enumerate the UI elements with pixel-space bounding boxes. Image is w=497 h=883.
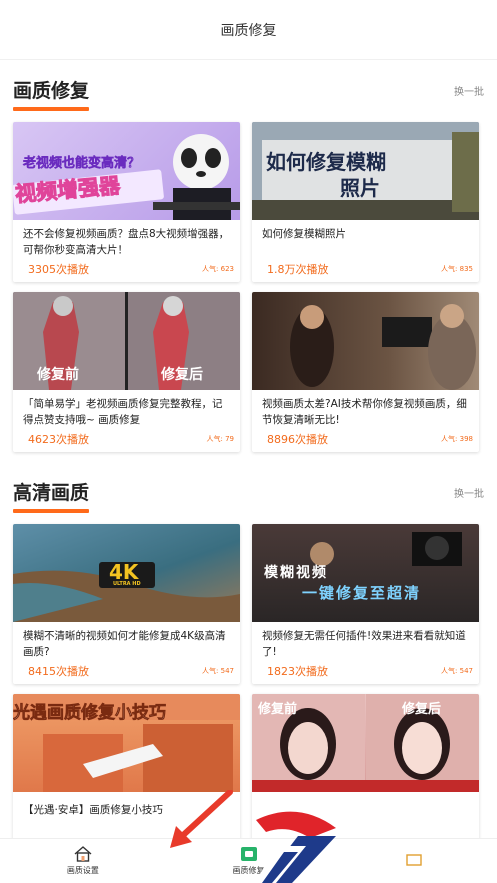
video-title: 如何修复模糊照片: [262, 228, 346, 240]
watermark-logo: [254, 811, 336, 883]
video-title: 模糊不清晰的视频如何才能修复成4K级高清画质?: [23, 630, 226, 658]
section-hd-repair: 画质修复 换一批 老视频也能变高清？ 视频增强器 还不会修复视频画质？盘点8大视…: [0, 60, 497, 452]
video-title: 视频画质太差?AI技术帮你修复视频画质，细节恢复清晰无比!: [262, 398, 467, 426]
section-hd-quality: 高清画质 换一批 4K ULTRA HD 模糊不清晰的视频如何才能修复成4K级高…: [0, 452, 497, 854]
popularity: 人气: 623: [202, 265, 234, 273]
thumb-overlay-text-2: 修复后: [161, 367, 203, 383]
video-card[interactable]: 如何修复模糊 照片 如何修复模糊照片 1.8万次播放 人气: 835: [252, 122, 479, 282]
top-bar: 画质修复: [0, 0, 497, 60]
video-thumbnail: 老视频也能变高清？ 视频增强器: [13, 122, 240, 220]
play-count: 8896次播放: [267, 433, 328, 446]
section-title: 画质修复: [13, 76, 90, 111]
refresh-batch-link[interactable]: 换一批: [454, 485, 484, 500]
play-count: 1823次播放: [267, 665, 328, 678]
partial-icon: [406, 853, 422, 866]
video-title: 【光遇·安卓】画质修复小技巧: [23, 804, 163, 816]
refresh-batch-link[interactable]: 换一批: [454, 83, 484, 98]
popularity: 人气: 547: [441, 667, 473, 675]
thumb-overlay-text: 如何修复模糊: [266, 150, 386, 174]
thumb-overlay-text: 修复前: [258, 702, 298, 717]
video-title: 「简单易学」老视频画质修复完整教程，记得点赞支持哦~ 画质修复: [23, 398, 223, 426]
video-thumbnail: 模糊视频 一键修复至超清: [252, 524, 479, 622]
tab-third[interactable]: [331, 839, 497, 883]
video-thumbnail: 修复前 修复后: [252, 694, 479, 792]
video-card[interactable]: 模糊视频 一键修复至超清 视频修复无需任何插件!效果进来看看就知道了! 1823…: [252, 524, 479, 684]
thumb-overlay-text: 老视频也能变高清？: [23, 156, 141, 172]
video-card[interactable]: 修复前 修复后 「简单易学」老视频画质修复完整教程，记得点赞支持哦~ 画质修复 …: [13, 292, 240, 452]
video-thumbnail: 光遇画质修复小技巧: [13, 694, 240, 792]
thumb-overlay-text: 光遇画质修复小技巧: [13, 703, 166, 724]
section-header: 画质修复 换一批: [13, 72, 484, 111]
video-card[interactable]: 4K ULTRA HD 模糊不清晰的视频如何才能修复成4K级高清画质? 8415…: [13, 524, 240, 684]
video-thumbnail: [252, 292, 479, 390]
tab-label: 画质设置: [66, 866, 99, 875]
popularity: 人气: 835: [441, 265, 473, 273]
page-title: 画质修复: [220, 22, 277, 39]
tab-quality-settings[interactable]: 画质设置: [0, 839, 166, 883]
thumb-overlay-text-2: 照片: [340, 176, 380, 200]
popularity: 人气: 547: [202, 667, 234, 675]
play-count: 3305次播放: [28, 263, 89, 276]
section-title: 高清画质: [13, 478, 90, 513]
video-card[interactable]: 光遇画质修复小技巧 【光遇·安卓】画质修复小技巧: [13, 694, 240, 854]
video-thumbnail: 修复前 修复后: [13, 292, 240, 390]
popularity: 人气: 398: [441, 435, 473, 443]
thumb-overlay-text: 模糊视频: [264, 565, 328, 581]
video-thumbnail: 如何修复模糊 照片: [252, 122, 479, 220]
section-header: 高清画质 换一批: [13, 470, 484, 514]
play-count: 8415次播放: [28, 665, 89, 678]
thumb-overlay-text-2: 一键修复至超清: [302, 584, 422, 602]
thumb-overlay-text-2: 修复后: [402, 702, 442, 717]
thumb-overlay-text-2: ULTRA HD: [113, 581, 141, 587]
video-card[interactable]: 老视频也能变高清？ 视频增强器 还不会修复视频画质？盘点8大视频增强器，可帮你秒…: [13, 122, 240, 282]
video-thumbnail: 4K ULTRA HD: [13, 524, 240, 622]
play-count: 4623次播放: [28, 433, 89, 446]
play-count: 1.8万次播放: [267, 263, 329, 276]
thumb-overlay-text: 修复前: [37, 367, 79, 383]
video-title: 还不会修复视频画质？盘点8大视频增强器，可帮你秒变高清大片！: [23, 228, 230, 256]
home-icon: [74, 846, 92, 862]
popularity: 人气: 79: [206, 435, 235, 443]
video-title: 视频修复无需任何插件!效果进来看看就知道了!: [262, 630, 466, 658]
video-card[interactable]: 视频画质太差?AI技术帮你修复视频画质，细节恢复清晰无比! 8896次播放 人气…: [252, 292, 479, 452]
